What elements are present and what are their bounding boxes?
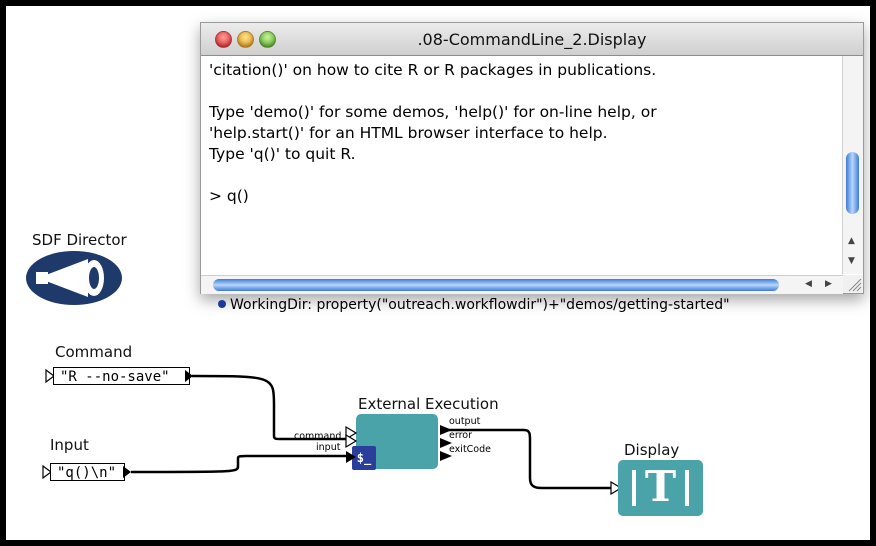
output-line: 'citation()' on how to cite R or R packa… xyxy=(209,61,657,79)
scroll-up-icon[interactable]: ▲ xyxy=(848,236,855,246)
scroll-down-icon[interactable]: ▼ xyxy=(848,256,855,266)
wire-input xyxy=(130,454,346,474)
workflow-canvas[interactable]: SDF Director .08-CommandLine_2.Display '… xyxy=(6,6,870,540)
vertical-scroll-thumb[interactable] xyxy=(846,152,859,214)
external-execution-ports xyxy=(345,425,452,463)
output-line: > q() xyxy=(209,187,249,205)
scroll-right-icon[interactable]: ▶ xyxy=(825,279,832,289)
horizontal-scrollbar[interactable]: ◀ ▶ xyxy=(201,275,843,294)
display-label: Display xyxy=(624,441,680,459)
sdf-director-label: SDF Director xyxy=(32,231,127,249)
display-window[interactable]: .08-CommandLine_2.Display 'citation()' o… xyxy=(200,22,864,294)
output-line: Type 'q()' to quit R. xyxy=(209,145,356,163)
port-exitcode-label: exitCode xyxy=(449,444,491,455)
external-execution-label: External Execution xyxy=(358,395,499,413)
parameter-dot-icon xyxy=(218,300,226,308)
scroll-left-icon[interactable]: ◀ xyxy=(805,279,812,289)
input-label: Input xyxy=(50,436,89,454)
sdf-director-icon[interactable] xyxy=(26,251,122,305)
output-line: Type 'demo()' for some demos, 'help()' f… xyxy=(209,103,657,121)
command-output-port-icon xyxy=(185,370,193,382)
window-title: .08-CommandLine_2.Display xyxy=(417,30,647,49)
display-t-icon: T xyxy=(644,462,677,511)
window-titlebar[interactable]: .08-CommandLine_2.Display xyxy=(201,23,863,56)
working-dir-text: WorkingDir: property("outreach.workflowd… xyxy=(230,297,730,313)
input-constant[interactable]: "q()\n" xyxy=(50,463,125,481)
port-command-label: command xyxy=(294,431,342,442)
port-output-label: output xyxy=(449,416,481,427)
command-constant[interactable]: "R --no-save" xyxy=(53,367,190,385)
port-input-label: input xyxy=(316,442,341,453)
resize-grip-icon[interactable] xyxy=(843,275,863,293)
display-actor[interactable]: T xyxy=(618,460,703,516)
output-text-area[interactable]: 'citation()' on how to cite R or R packa… xyxy=(209,60,829,265)
horizontal-scroll-thumb[interactable] xyxy=(213,279,779,291)
input-output-port-icon xyxy=(123,466,131,478)
command-label: Command xyxy=(55,343,133,361)
working-dir-parameter[interactable]: WorkingDir: property("outreach.workflowd… xyxy=(218,297,730,313)
wire-command xyxy=(191,374,346,441)
port-error-label: error xyxy=(449,430,472,441)
vertical-scrollbar[interactable]: ▲ ▼ xyxy=(842,56,863,274)
output-line: 'help.start()' for an HTML browser inter… xyxy=(209,124,608,142)
